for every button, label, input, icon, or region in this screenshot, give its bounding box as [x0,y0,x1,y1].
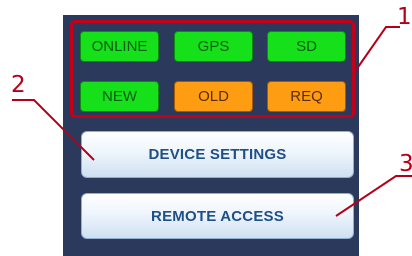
callout-leaders [12,26,412,217]
callout-1-leader [355,26,400,71]
callout-number-2: 2 [11,72,26,98]
callout-number-3: 3 [399,151,412,177]
callout-2-leader [12,99,95,161]
callout-3-leader [335,175,412,217]
callout-number-1: 1 [397,4,412,30]
